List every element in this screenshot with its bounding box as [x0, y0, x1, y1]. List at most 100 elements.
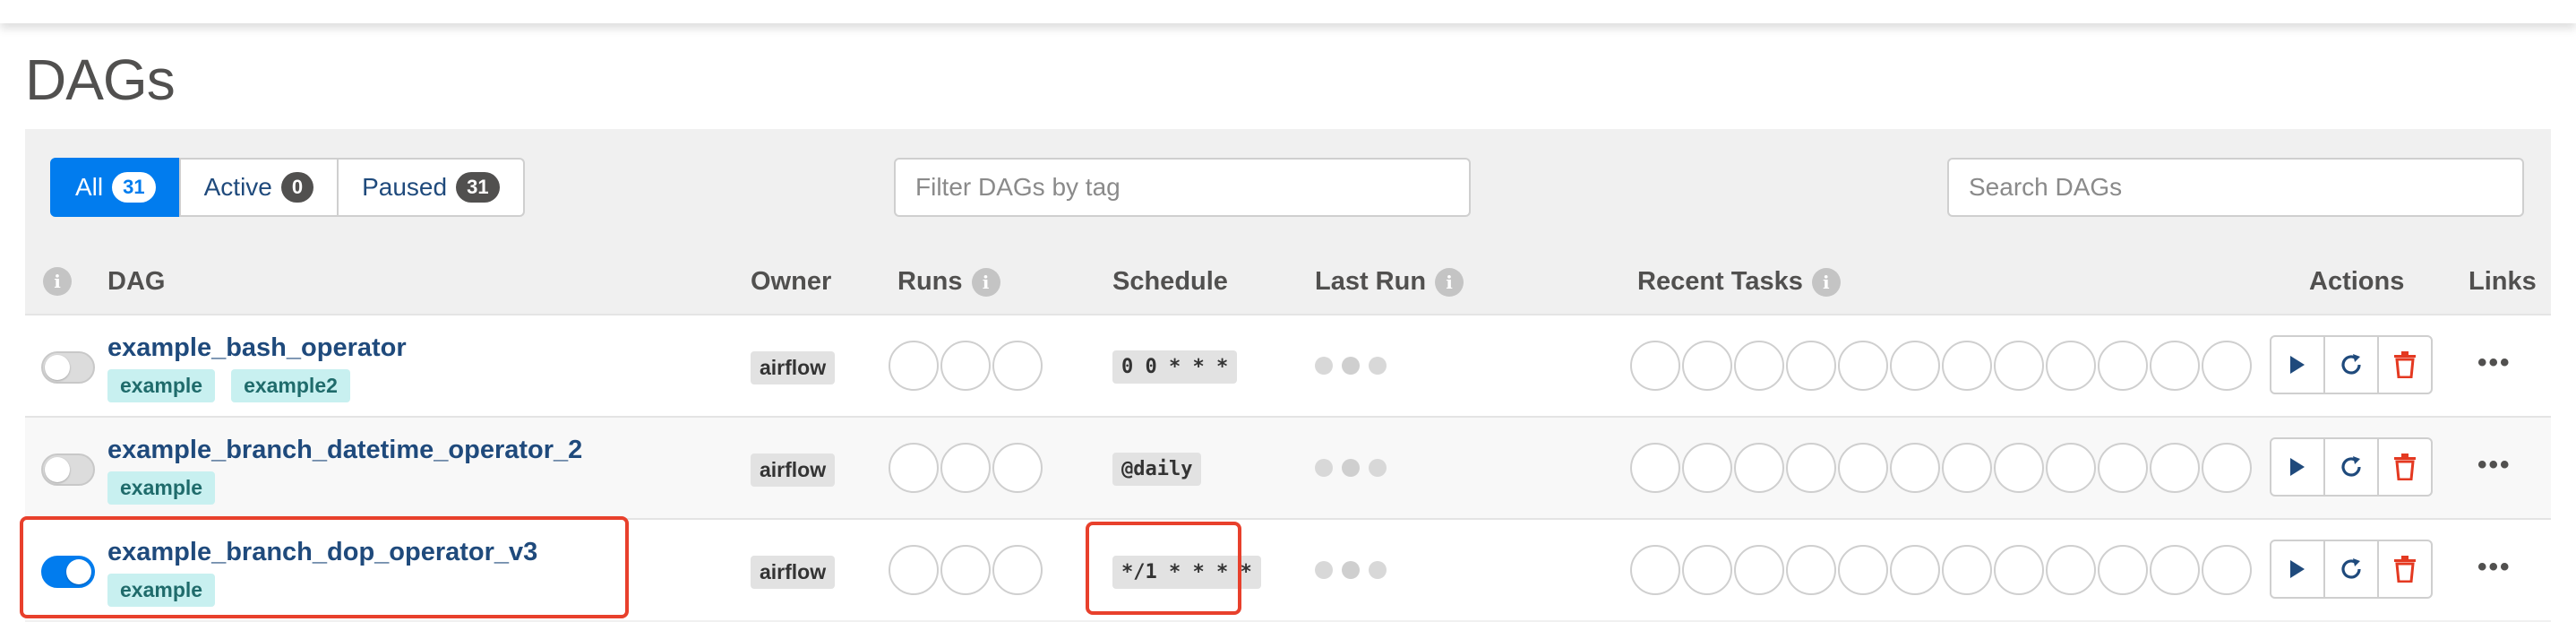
task-state-circle[interactable] [1734, 545, 1784, 595]
dag-link[interactable]: example_bash_operator [107, 333, 407, 363]
filter-active-label: Active [203, 173, 272, 201]
dag-tags: example [107, 471, 216, 505]
task-state-circle[interactable] [1994, 545, 2044, 595]
refresh-dag-button[interactable] [2323, 540, 2379, 599]
filter-paused-button[interactable]: Paused 31 [337, 158, 525, 217]
trigger-dag-button[interactable] [2270, 335, 2325, 394]
task-state-circle[interactable] [1838, 545, 1888, 595]
task-state-circle[interactable] [1630, 341, 1680, 391]
delete-dag-button[interactable] [2377, 540, 2433, 599]
run-state-circle[interactable] [940, 443, 991, 493]
filter-active-button[interactable]: Active 0 [178, 158, 339, 217]
schedule-badge[interactable]: 0 0 * * * [1112, 350, 1238, 384]
task-state-circle[interactable] [1890, 341, 1940, 391]
play-icon [2290, 560, 2305, 578]
more-dots-icon[interactable]: ••• [2477, 552, 2512, 583]
refresh-dag-button[interactable] [2323, 437, 2379, 497]
owner-badge[interactable]: airflow [751, 351, 836, 384]
task-state-circle[interactable] [1682, 341, 1732, 391]
annotation-highlight-schedule [1086, 522, 1241, 615]
task-state-circle[interactable] [1942, 443, 1992, 493]
task-state-circle[interactable] [2150, 443, 2200, 493]
filter-all-label: All [75, 173, 104, 201]
dag-link[interactable]: example_branch_datetime_operator_2 [107, 436, 582, 465]
trigger-dag-button[interactable] [2270, 437, 2325, 497]
task-state-circle[interactable] [1786, 545, 1836, 595]
run-state-circle[interactable] [992, 341, 1043, 391]
column-header-schedule: Schedule [1112, 267, 1228, 296]
loading-dot [1315, 561, 1333, 579]
runs-circles [889, 545, 1043, 595]
delete-dag-button[interactable] [2377, 335, 2433, 394]
last-run-loading [1315, 357, 1387, 375]
task-state-circle[interactable] [2202, 341, 2252, 391]
dag-pause-toggle[interactable] [41, 454, 95, 486]
task-state-circle[interactable] [1890, 443, 1940, 493]
task-state-circle[interactable] [1630, 443, 1680, 493]
refresh-icon [2341, 456, 2361, 477]
run-state-circle[interactable] [889, 341, 939, 391]
task-state-circle[interactable] [2098, 443, 2148, 493]
run-state-circle[interactable] [992, 443, 1043, 493]
owner-badge[interactable]: airflow [751, 454, 836, 487]
task-state-circle[interactable] [1942, 545, 1992, 595]
task-state-circle[interactable] [2046, 545, 2096, 595]
task-state-circle[interactable] [1682, 443, 1732, 493]
task-state-circle[interactable] [1682, 545, 1732, 595]
loading-dot [1342, 357, 1360, 375]
loading-dot [1369, 357, 1387, 375]
run-state-circle[interactable] [940, 341, 991, 391]
task-state-circle[interactable] [2098, 545, 2148, 595]
task-state-circle[interactable] [1838, 341, 1888, 391]
task-state-circle[interactable] [1838, 443, 1888, 493]
loading-dot [1369, 459, 1387, 477]
trash-icon [2394, 454, 2416, 480]
info-icon[interactable]: i [1811, 267, 1841, 297]
dag-tag[interactable]: example2 [231, 369, 350, 402]
task-state-circle[interactable] [1994, 341, 2044, 391]
trigger-dag-button[interactable] [2270, 540, 2325, 599]
task-state-circle[interactable] [1786, 443, 1836, 493]
run-state-circle[interactable] [992, 545, 1043, 595]
search-dags-input[interactable] [1947, 158, 2524, 217]
loading-dot [1342, 459, 1360, 477]
task-state-circle[interactable] [2098, 341, 2148, 391]
column-header-owner[interactable]: Owner [751, 267, 831, 297]
task-state-circle[interactable] [2202, 443, 2252, 493]
last-run-loading [1315, 459, 1387, 477]
column-header-recent-tasks: Recent Tasks i [1637, 267, 1841, 297]
tag-filter-input[interactable] [894, 158, 1471, 217]
refresh-dag-button[interactable] [2323, 335, 2379, 394]
dag-tag[interactable]: example [107, 369, 216, 402]
delete-dag-button[interactable] [2377, 437, 2433, 497]
task-state-circle[interactable] [1734, 341, 1784, 391]
task-state-circle[interactable] [1630, 545, 1680, 595]
task-state-circle[interactable] [1994, 443, 2044, 493]
run-state-circle[interactable] [889, 545, 939, 595]
task-state-circle[interactable] [1786, 341, 1836, 391]
task-state-circle[interactable] [2202, 545, 2252, 595]
info-icon[interactable]: i [1435, 267, 1464, 297]
filter-all-button[interactable]: All 31 [50, 158, 181, 217]
run-state-circle[interactable] [940, 545, 991, 595]
recent-tasks-circles [1630, 341, 2252, 391]
task-state-circle[interactable] [1890, 545, 1940, 595]
task-state-circle[interactable] [1734, 443, 1784, 493]
annotation-highlight-dag [20, 516, 629, 618]
schedule-badge[interactable]: @daily [1112, 453, 1202, 486]
column-header-dag[interactable]: DAG [107, 267, 165, 297]
task-state-circle[interactable] [2150, 545, 2200, 595]
task-state-circle[interactable] [2046, 443, 2096, 493]
filter-paused-count: 31 [456, 172, 500, 203]
more-dots-icon[interactable]: ••• [2477, 450, 2512, 480]
owner-badge[interactable]: airflow [751, 556, 836, 589]
task-state-circle[interactable] [2150, 341, 2200, 391]
task-state-circle[interactable] [1942, 341, 1992, 391]
more-dots-icon[interactable]: ••• [2477, 348, 2512, 378]
info-icon[interactable]: i [971, 267, 1000, 297]
run-state-circle[interactable] [889, 443, 939, 493]
info-icon[interactable]: i [43, 267, 72, 296]
dag-tag[interactable]: example [107, 471, 216, 505]
task-state-circle[interactable] [2046, 341, 2096, 391]
dag-pause-toggle[interactable] [41, 351, 95, 384]
